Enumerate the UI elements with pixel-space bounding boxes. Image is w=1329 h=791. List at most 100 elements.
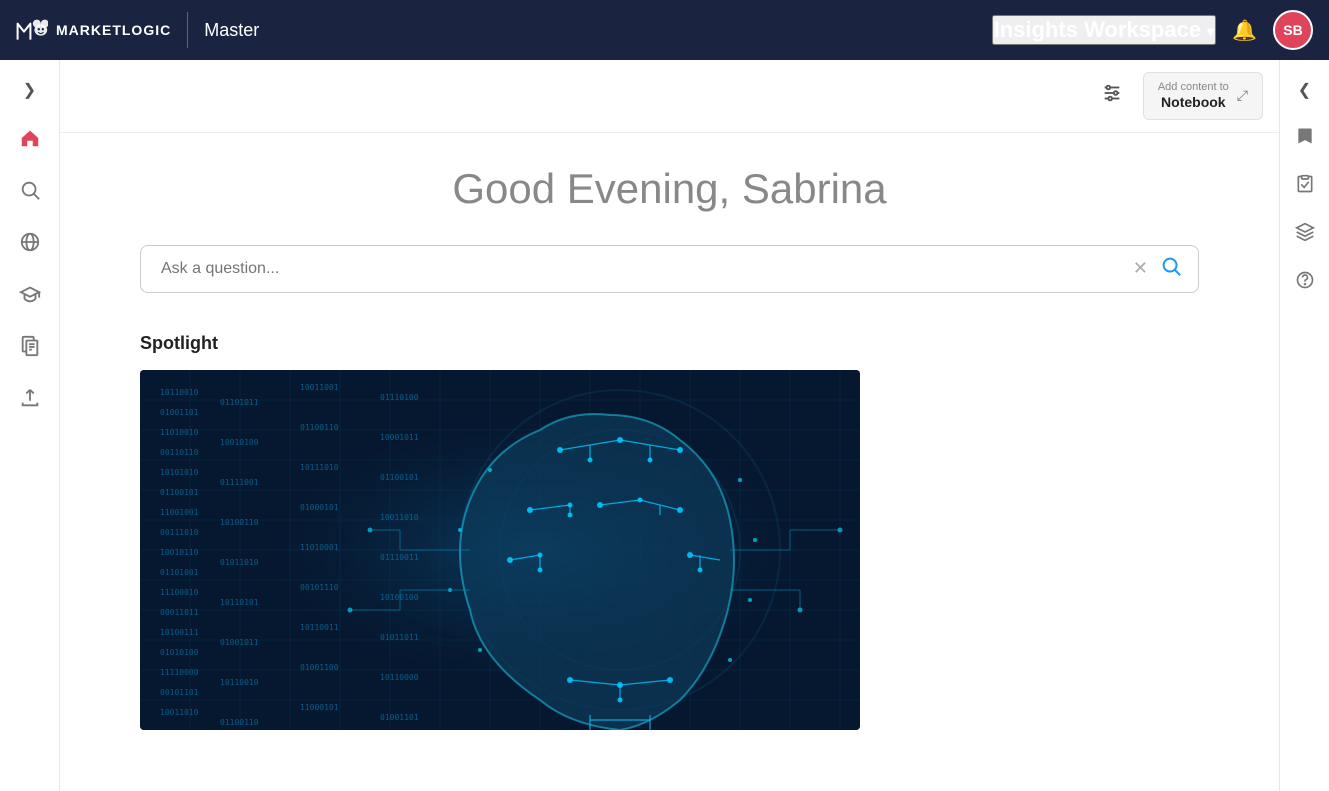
svg-text:11010010: 11010010 [160,428,199,437]
right-sidebar-item-clipboard[interactable] [1285,164,1325,204]
graduation-cap-icon [19,283,41,305]
clipboard-check-icon [1295,174,1315,194]
main-content: Good Evening, Sabrina ✕ Spotlight [60,133,1279,791]
sidebar-item-search[interactable] [8,168,52,212]
nav-left: MARKETLOGIC Master [16,12,259,48]
search-submit-icon[interactable] [1156,255,1186,283]
svg-text:01101011: 01101011 [220,398,259,407]
svg-text:01010100: 01010100 [160,648,199,657]
svg-text:10001011: 10001011 [380,433,419,442]
svg-text:01001101: 01001101 [380,713,419,722]
svg-text:10110101: 10110101 [220,598,259,607]
right-sidebar: ❮ [1279,60,1329,791]
svg-text:10100111: 10100111 [160,628,199,637]
expand-icon: ⤢ [1237,87,1248,104]
svg-text:01100110: 01100110 [300,423,339,432]
right-sidebar-collapse-toggle[interactable]: ❮ [1290,72,1319,108]
main-layout: ❯ [0,60,1329,791]
sidebar-item-upload[interactable] [8,376,52,420]
svg-text:10101010: 10101010 [160,468,199,477]
svg-text:11000101: 11000101 [300,703,339,712]
svg-text:01101001: 01101001 [160,568,199,577]
help-circle-icon [1295,270,1315,290]
sidebar-item-documents[interactable] [8,324,52,368]
spotlight-svg: 10110010 01001101 11010010 00110110 1010… [140,370,860,730]
svg-text:00011011: 00011011 [160,608,199,617]
upload-icon [19,387,41,409]
spotlight-section: Spotlight [140,333,1199,730]
svg-text:10110011: 10110011 [300,623,339,632]
svg-text:01001101: 01001101 [160,408,199,417]
spotlight-label: Spotlight [140,333,1199,354]
master-label: Master [204,20,259,41]
right-sidebar-item-bookmark[interactable] [1285,116,1325,156]
svg-text:00111010: 00111010 [160,528,199,537]
svg-text:00110110: 00110110 [160,448,199,457]
logo-area[interactable]: MARKETLOGIC [16,14,171,46]
add-notebook-text: Add content to Notebook [1158,81,1229,111]
toolbar-row: Add content to Notebook ⤢ [60,60,1279,133]
svg-text:10110010: 10110010 [220,678,259,687]
svg-text:01001100: 01001100 [300,663,339,672]
svg-text:00101101: 00101101 [160,688,199,697]
svg-text:01100110: 01100110 [220,718,259,727]
globe-icon [19,231,41,253]
notebook-label: Notebook [1158,94,1229,111]
bookmark-icon [1295,126,1315,146]
content-area: Add content to Notebook ⤢ Good Evening, … [60,60,1279,791]
top-nav: MARKETLOGIC Master Insights Workspace ▾ … [0,0,1329,60]
layers-icon [1295,222,1315,242]
right-sidebar-item-stack[interactable] [1285,212,1325,252]
search-input[interactable] [153,250,1125,288]
filter-icon[interactable] [1093,78,1131,113]
spotlight-image: 10110010 01001101 11010010 00110110 1010… [140,370,860,730]
document-icon [19,335,41,357]
svg-text:10100110: 10100110 [220,518,259,527]
insights-workspace-button[interactable]: Insights Workspace ▾ [992,15,1216,45]
svg-text:01100101: 01100101 [380,473,419,482]
svg-text:01011011: 01011011 [380,633,419,642]
add-content-label: Add content to [1158,81,1229,94]
svg-text:10111010: 10111010 [300,463,339,472]
logo-text: MARKETLOGIC [56,22,171,38]
svg-text:10011001: 10011001 [300,383,339,392]
svg-text:10011010: 10011010 [380,513,419,522]
right-sidebar-item-help[interactable] [1285,260,1325,300]
greeting-text: Good Evening, Sabrina [140,165,1199,213]
svg-text:10010110: 10010110 [160,548,199,557]
svg-text:11010001: 11010001 [300,543,339,552]
svg-text:11110000: 11110000 [160,668,199,677]
svg-text:10110000: 10110000 [380,673,419,682]
left-sidebar: ❯ [0,60,60,791]
svg-text:01110011: 01110011 [380,553,419,562]
sidebar-item-learn[interactable] [8,272,52,316]
svg-text:10011010: 10011010 [160,708,199,717]
add-to-notebook-button[interactable]: Add content to Notebook ⤢ [1143,72,1263,120]
notification-bell-icon[interactable]: 🔔 [1232,18,1257,43]
search-blue-icon [1160,255,1182,277]
svg-text:10110010: 10110010 [160,388,199,397]
svg-text:01110100: 01110100 [380,393,419,402]
svg-text:10100100: 10100100 [380,593,419,602]
svg-text:01000101: 01000101 [300,503,339,512]
svg-text:01001011: 01001011 [220,638,259,647]
search-icon [19,179,41,201]
nav-divider [187,12,188,48]
chevron-down-icon: ▾ [1207,23,1214,40]
home-icon [19,127,41,149]
sidebar-item-home[interactable] [8,116,52,160]
sliders-icon [1101,82,1123,104]
svg-text:00101110: 00101110 [300,583,339,592]
nav-right: Insights Workspace ▾ 🔔 SB [992,10,1313,50]
svg-text:01100101: 01100101 [160,488,199,497]
search-clear-icon[interactable]: ✕ [1125,258,1156,279]
search-bar[interactable]: ✕ [140,245,1199,293]
svg-text:11100010: 11100010 [160,588,199,597]
sidebar-expand-toggle[interactable]: ❯ [15,72,44,108]
insights-workspace-label: Insights Workspace [994,17,1201,43]
svg-text:11001001: 11001001 [160,508,199,517]
user-avatar[interactable]: SB [1273,10,1313,50]
user-initials: SB [1283,22,1302,38]
sidebar-item-globe[interactable] [8,220,52,264]
svg-text:01011010: 01011010 [220,558,259,567]
